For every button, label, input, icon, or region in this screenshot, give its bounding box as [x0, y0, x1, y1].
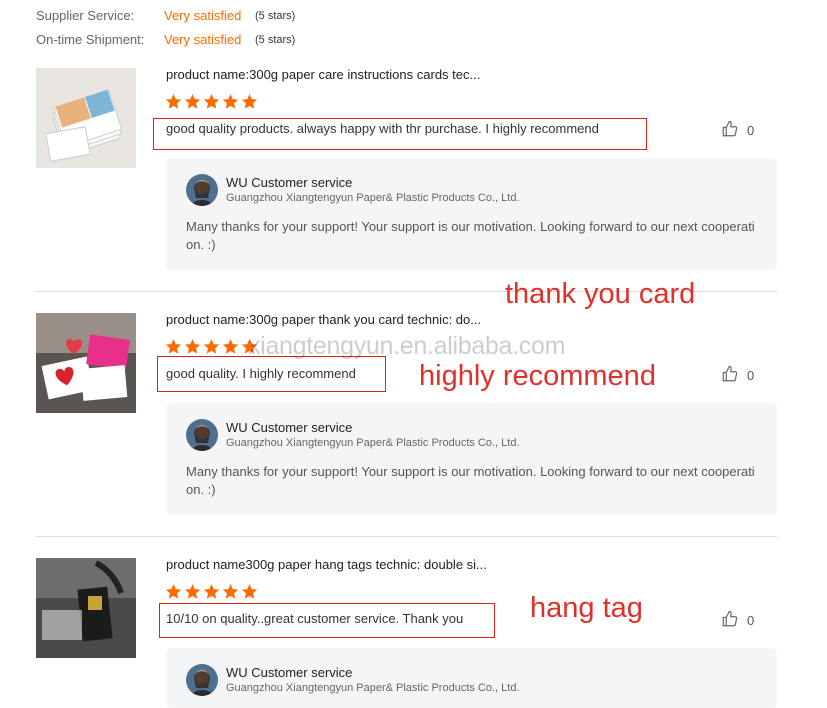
comment-highlight-box [159, 603, 495, 638]
supplier-service-stars-note: (5 stars) [255, 10, 296, 22]
thumbs-up-icon [721, 610, 739, 631]
star-icon [203, 94, 220, 109]
like-button[interactable]: 0 [721, 365, 754, 386]
star-icon [165, 339, 182, 354]
star-icon [184, 339, 201, 354]
ontime-shipment-stars-note: (5 stars) [255, 34, 296, 46]
avatar [186, 664, 218, 696]
star-icon [222, 339, 239, 354]
star-icon [222, 584, 239, 599]
supplier-service-label: Supplier Service: [36, 8, 135, 23]
product-thumbnail-care-cards[interactable] [36, 68, 136, 168]
thumbs-up-icon [721, 120, 739, 141]
reply-text: Many thanks for your support! Your suppo… [186, 464, 755, 497]
ontime-shipment-label: On-time Shipment: [36, 32, 145, 47]
avatar [186, 419, 218, 451]
supplier-reply: WU Customer service Guangzhou Xiangtengy… [166, 403, 777, 515]
rating-stars [165, 583, 258, 601]
star-icon [203, 584, 220, 599]
watermark: xiangtengyun.en.alibaba.com [248, 332, 566, 360]
reply-company-name: Guangzhou Xiangtengyun Paper& Plastic Pr… [226, 437, 520, 449]
supplier-service-value: Very satisfied [164, 8, 242, 23]
comment-highlight-box [153, 118, 647, 150]
product-thumbnail-hang-tags[interactable] [36, 558, 136, 658]
like-button[interactable]: 0 [721, 610, 754, 631]
star-icon [165, 94, 182, 109]
reply-company-name: Guangzhou Xiangtengyun Paper& Plastic Pr… [226, 682, 520, 694]
star-icon [184, 94, 201, 109]
avatar [186, 174, 218, 206]
star-icon [165, 584, 182, 599]
supplier-reply: WU Customer service Guangzhou Xiangtengy… [166, 158, 777, 270]
reply-author-name: WU Customer service [226, 665, 353, 680]
rating-stars [165, 338, 258, 356]
reply-author-name: WU Customer service [226, 420, 353, 435]
star-icon [222, 94, 239, 109]
annotation-highly-recommend: highly recommend [419, 360, 656, 392]
comment-highlight-box [157, 356, 386, 392]
reply-company-name: Guangzhou Xiangtengyun Paper& Plastic Pr… [226, 192, 520, 204]
annotation-thank-you-card: thank you card [505, 278, 696, 310]
like-count: 0 [747, 123, 755, 138]
reply-text: Many thanks for your support! Your suppo… [186, 219, 755, 252]
thumbs-up-icon [721, 365, 739, 386]
ontime-shipment-value: Very satisfied [164, 32, 242, 47]
product-name-link[interactable]: product name:300g paper thank you card t… [166, 312, 481, 327]
star-icon [203, 339, 220, 354]
like-button[interactable]: 0 [721, 120, 754, 141]
divider [36, 536, 777, 537]
product-thumbnail-thank-you-cards[interactable] [36, 313, 136, 413]
star-icon [241, 584, 258, 599]
annotation-hang-tag: hang tag [530, 592, 643, 624]
like-count: 0 [747, 613, 755, 628]
reply-author-name: WU Customer service [226, 175, 353, 190]
star-icon [241, 94, 258, 109]
like-count: 0 [747, 368, 755, 383]
supplier-reply: WU Customer service Guangzhou Xiangtengy… [166, 648, 777, 708]
product-name-link[interactable]: product name:300g paper care instruction… [166, 67, 480, 82]
star-icon [184, 584, 201, 599]
product-name-link[interactable]: product name300g paper hang tags technic… [166, 557, 487, 572]
rating-stars [165, 93, 258, 111]
